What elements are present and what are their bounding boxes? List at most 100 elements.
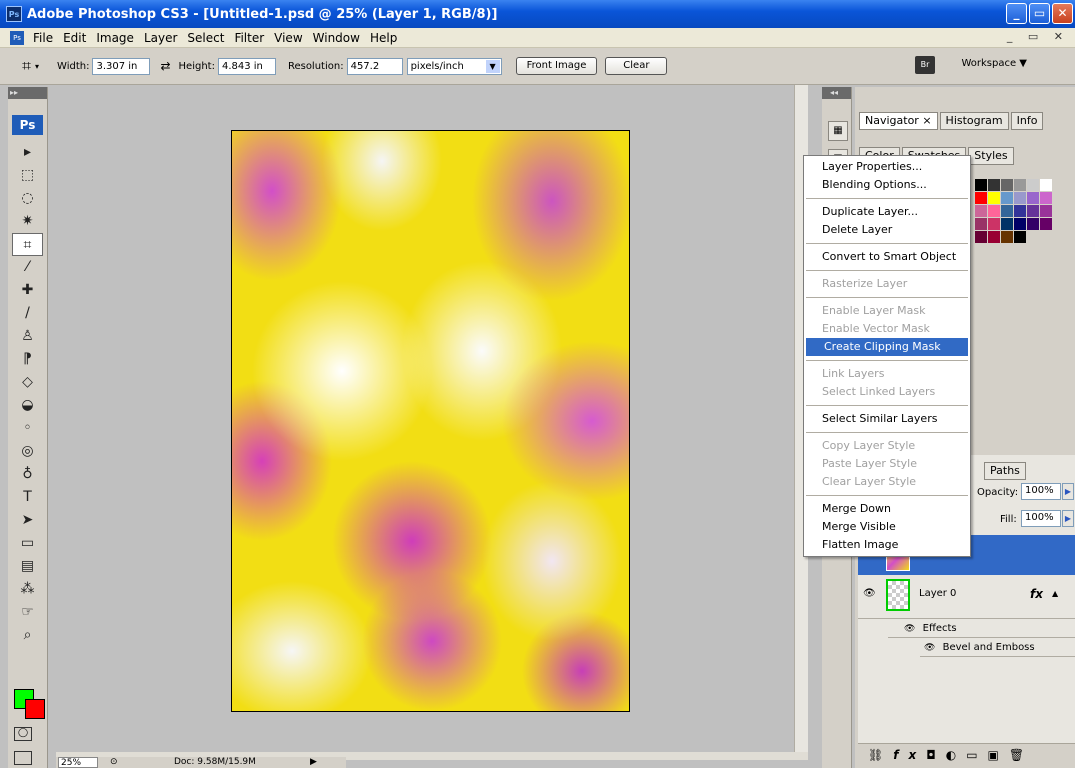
panel-grip[interactable]: ▸▸ (8, 87, 47, 99)
menu-item-convert-to-smart-object[interactable]: Convert to Smart Object (804, 248, 970, 266)
menu-item-merge-down[interactable]: Merge Down (804, 500, 970, 518)
menu-item-delete-layer[interactable]: Delete Layer (804, 221, 970, 239)
crop-tool-icon[interactable]: ⌗ (12, 233, 43, 256)
pen-tool-icon[interactable]: ♁ (12, 463, 43, 486)
swatch[interactable] (1040, 218, 1052, 230)
resolution-field[interactable]: 457.2 (346, 57, 403, 75)
width-field[interactable]: 3.307 in (92, 57, 151, 75)
status-menu-arrow-icon[interactable]: ▶ (310, 757, 317, 768)
background-color-swatch[interactable] (25, 699, 45, 719)
healing-brush-icon[interactable]: ✚ (12, 279, 43, 302)
chevron-down-icon[interactable]: ▾ (35, 62, 39, 71)
minimize-button[interactable]: _ (1006, 3, 1027, 24)
menu-item-duplicate-layer[interactable]: Duplicate Layer... (804, 203, 970, 221)
swatch[interactable] (975, 179, 987, 191)
brush-tool-icon[interactable]: / (12, 302, 43, 325)
swatch[interactable] (1014, 205, 1026, 217)
swatch[interactable] (1001, 192, 1013, 204)
swatch[interactable] (1040, 192, 1052, 204)
notes-tool-icon[interactable]: ▤ (12, 555, 43, 578)
tab-styles[interactable]: Styles (968, 147, 1014, 165)
crop-tool-preset-icon[interactable]: ⌗ (22, 56, 31, 76)
menu-window[interactable]: Window (308, 31, 365, 45)
swatch[interactable] (1027, 179, 1039, 191)
tab-paths[interactable]: Paths (984, 462, 1026, 480)
add-mask-icon[interactable]: ◘ (926, 748, 946, 762)
document-window-controls[interactable]: _ ▭ ✕ (1007, 30, 1069, 43)
menu-item-blending-options[interactable]: Blending Options... (804, 176, 970, 194)
document-canvas[interactable] (56, 85, 808, 760)
swatch[interactable] (1040, 179, 1052, 191)
menu-view[interactable]: View (269, 31, 307, 45)
swatch[interactable] (1027, 192, 1039, 204)
opacity-field[interactable]: 100% (1021, 483, 1061, 500)
menu-layer[interactable]: Layer (139, 31, 182, 45)
clear-button[interactable]: Clear (605, 57, 668, 75)
bridge-icon[interactable]: Br (915, 56, 935, 74)
clone-stamp-icon[interactable]: ♙ (12, 325, 43, 348)
fill-arrow-icon[interactable]: ▶ (1062, 510, 1074, 527)
layer-row-layer-0[interactable]: 👁 Layer 0 fx ▲ (858, 575, 1075, 619)
workspace-menu[interactable]: Workspace ▼ (961, 58, 1027, 69)
bevel-visibility-eye-icon[interactable]: 👁 (924, 643, 935, 653)
slice-tool-icon[interactable]: ⁄ (12, 256, 43, 279)
close-button[interactable]: ✕ (1052, 3, 1073, 24)
swatch[interactable] (975, 231, 987, 243)
swatch[interactable] (1001, 179, 1013, 191)
chevron-down-icon[interactable]: ▼ (485, 59, 500, 73)
document-icon[interactable]: Ps (10, 30, 24, 45)
menu-item-merge-visible[interactable]: Merge Visible (804, 518, 970, 536)
dodge-tool-icon[interactable]: ◎ (12, 440, 43, 463)
menu-item-layer-properties[interactable]: Layer Properties... (804, 158, 970, 176)
photoshop-logo-icon[interactable]: Ps (12, 115, 43, 135)
height-field[interactable]: 4.843 in (217, 57, 276, 75)
tab-navigator[interactable]: Navigator × (859, 112, 938, 130)
swatch[interactable] (988, 192, 1000, 204)
fx-icon[interactable]: fx (1030, 587, 1043, 601)
menu-file[interactable]: File (28, 31, 58, 45)
swatch[interactable] (1014, 231, 1026, 243)
swatch[interactable] (988, 205, 1000, 217)
zoom-tool-icon[interactable]: ⌕ (12, 624, 43, 647)
path-selection-icon[interactable]: ➤ (12, 509, 43, 532)
paint-bucket-icon[interactable]: ◒ (12, 394, 43, 417)
flower-image[interactable] (231, 130, 630, 712)
swatch[interactable] (988, 218, 1000, 230)
link-layers-icon[interactable]: ⛓ (868, 748, 893, 762)
tab-info[interactable]: Info (1010, 112, 1044, 130)
opacity-arrow-icon[interactable]: ▶ (1062, 483, 1074, 500)
menu-item-select-similar-layers[interactable]: Select Similar Layers (804, 410, 970, 428)
swatch[interactable] (1040, 205, 1052, 217)
navigator-panel-icon[interactable]: ▦ (828, 121, 848, 141)
swatch[interactable] (1027, 218, 1039, 230)
bevel-emboss-row[interactable]: 👁 Bevel and Emboss (920, 639, 1075, 657)
lasso-tool-icon[interactable]: ◌ (12, 187, 43, 210)
swatch[interactable] (988, 179, 1000, 191)
tab-histogram[interactable]: Histogram (939, 112, 1009, 130)
zoom-field[interactable]: 25% (58, 757, 98, 768)
history-brush-icon[interactable]: ⁋ (12, 348, 43, 371)
blur-tool-icon[interactable]: ◦ (12, 417, 43, 440)
add-layer-style-icon[interactable]: fx (893, 748, 926, 762)
swatch[interactable] (1027, 205, 1039, 217)
screen-mode-icon[interactable] (14, 751, 32, 765)
status-icon[interactable]: ⊙ (110, 757, 118, 768)
magic-wand-icon[interactable]: ✷ (12, 210, 43, 233)
swatch[interactable] (975, 205, 987, 217)
swatch[interactable] (1014, 192, 1026, 204)
hand-tool-icon[interactable]: ☞ (12, 601, 43, 624)
eyedropper-icon[interactable]: ⁂ (12, 578, 43, 601)
menu-filter[interactable]: Filter (229, 31, 269, 45)
new-group-icon[interactable]: ▭ (966, 748, 987, 762)
eraser-icon[interactable]: ◇ (12, 371, 43, 394)
move-tool-icon[interactable]: ▸ (12, 141, 43, 164)
menu-item-create-clipping-mask[interactable]: Create Clipping Mask (806, 338, 968, 356)
menu-item-flatten-image[interactable]: Flatten Image (804, 536, 970, 554)
swatch[interactable] (975, 218, 987, 230)
effects-visibility-eye-icon[interactable]: 👁 (904, 624, 915, 634)
expand-effects-icon[interactable]: ▲ (1052, 589, 1058, 598)
type-tool-icon[interactable]: T (12, 486, 43, 509)
panel-grip[interactable]: ◂◂ (822, 87, 851, 99)
front-image-button[interactable]: Front Image (515, 57, 598, 75)
menu-edit[interactable]: Edit (58, 31, 91, 45)
